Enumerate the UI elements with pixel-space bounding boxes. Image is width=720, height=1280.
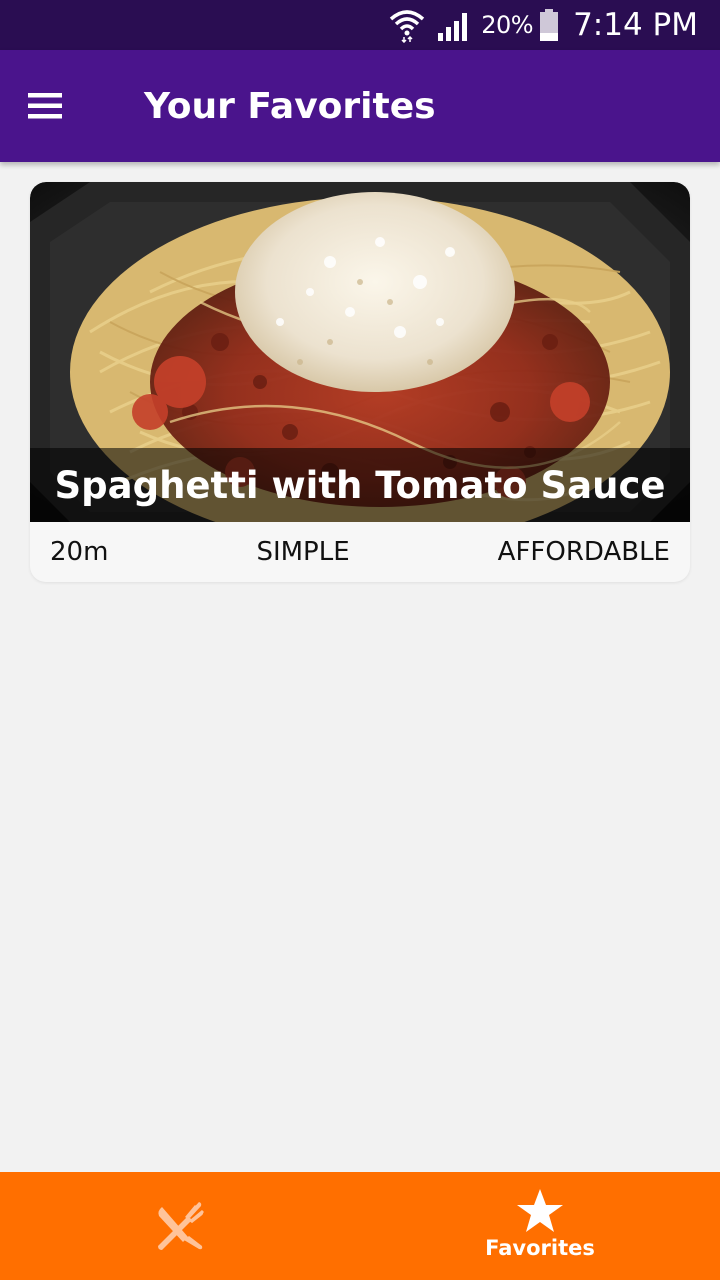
battery-percent: 20% bbox=[481, 11, 534, 39]
status-bar: 20% 7:14 PM bbox=[0, 0, 720, 50]
tab-meals[interactable] bbox=[0, 1172, 360, 1280]
tab-favorites[interactable]: Favorites bbox=[360, 1172, 720, 1280]
meal-title-overlay: Spaghetti with Tomato Sauce bbox=[30, 448, 690, 522]
battery-icon bbox=[540, 9, 559, 41]
favorites-list: Spaghetti with Tomato Sauce 20m SIMPLE A… bbox=[0, 162, 720, 1172]
star-icon bbox=[517, 1189, 563, 1232]
meal-complexity: SIMPLE bbox=[256, 537, 350, 567]
meal-title: Spaghetti with Tomato Sauce bbox=[54, 463, 666, 507]
wifi-icon bbox=[390, 10, 425, 43]
utensils-icon bbox=[158, 1202, 204, 1250]
meal-details: 20m SIMPLE AFFORDABLE bbox=[30, 522, 690, 582]
page-title: Your Favorites bbox=[144, 85, 436, 127]
signal-icon bbox=[438, 13, 468, 41]
meal-card[interactable]: Spaghetti with Tomato Sauce 20m SIMPLE A… bbox=[30, 182, 690, 582]
tab-bar: Favorites bbox=[0, 1172, 720, 1280]
tab-favorites-label: Favorites bbox=[485, 1236, 595, 1260]
meal-duration: 20m bbox=[50, 537, 109, 567]
clock: 7:14 PM bbox=[573, 7, 698, 43]
app-bar: Your Favorites bbox=[0, 50, 720, 162]
menu-icon bbox=[28, 93, 62, 119]
menu-button[interactable] bbox=[0, 50, 90, 162]
meal-affordability: AFFORDABLE bbox=[497, 537, 670, 567]
